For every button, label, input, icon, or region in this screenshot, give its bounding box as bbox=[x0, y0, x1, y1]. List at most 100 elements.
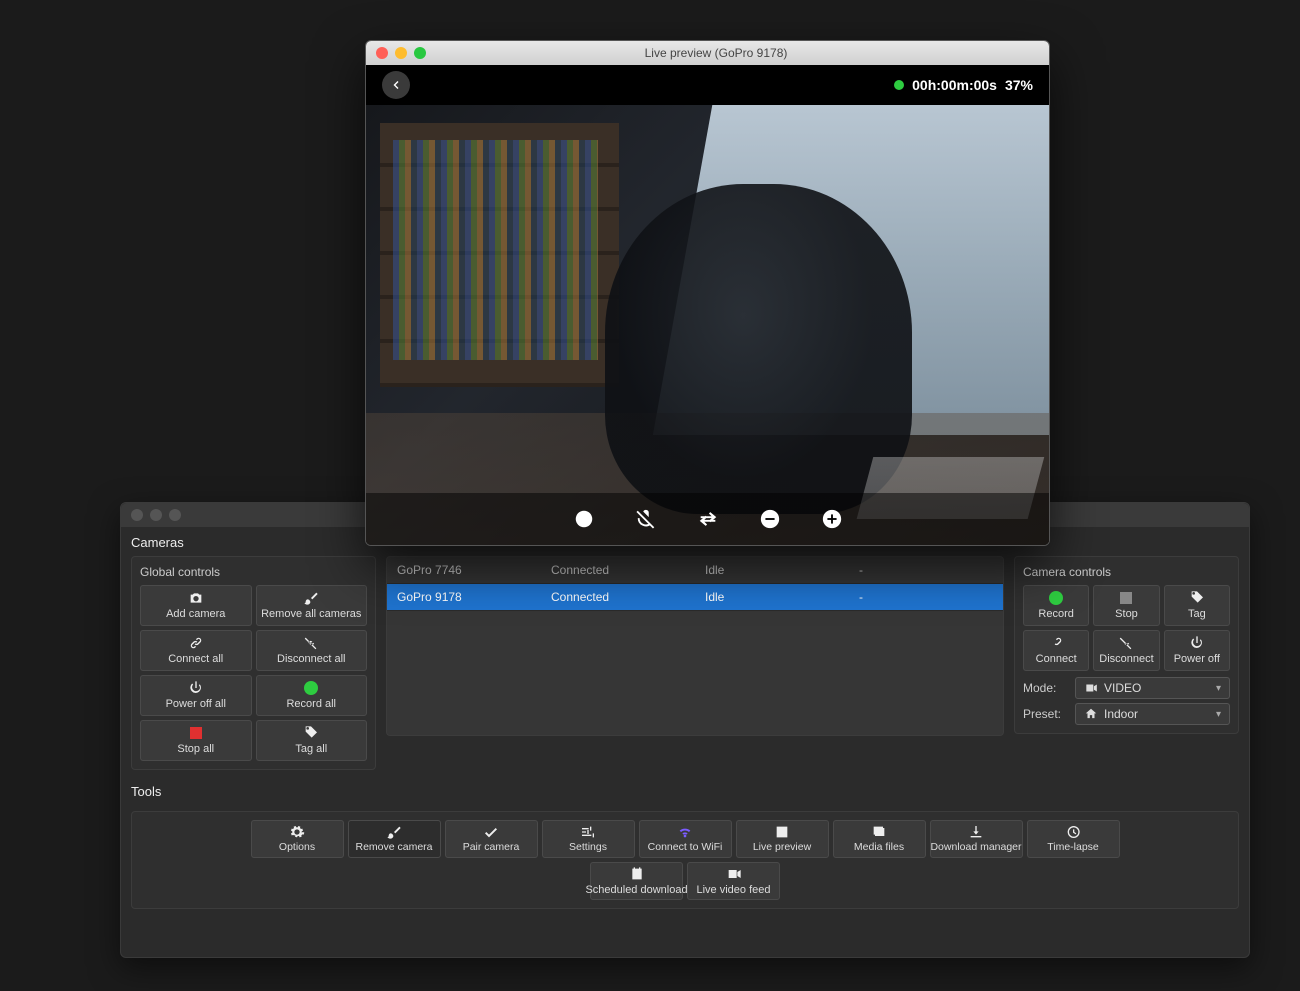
traffic-light-minimize[interactable] bbox=[395, 47, 407, 59]
chevron-left-icon bbox=[390, 79, 402, 91]
connect-button[interactable]: Connect bbox=[1023, 630, 1089, 671]
wifi-icon bbox=[677, 824, 693, 840]
stop-button[interactable]: Stop bbox=[1093, 585, 1159, 626]
preview-controls-bar bbox=[366, 493, 1049, 545]
brush-icon bbox=[303, 590, 319, 606]
live-preview-button[interactable]: Live preview bbox=[736, 820, 829, 858]
zoom-in-button[interactable] bbox=[819, 506, 845, 532]
camera-name: GoPro 7746 bbox=[387, 557, 541, 584]
record-icon bbox=[1049, 590, 1063, 606]
unlink-icon bbox=[1118, 635, 1134, 651]
preview-window-title: Live preview (GoPro 9178) bbox=[433, 46, 999, 60]
preset-select[interactable]: Indoor ▾ bbox=[1075, 703, 1230, 725]
swap-icon bbox=[697, 508, 719, 530]
camera-conn: Connected bbox=[541, 584, 695, 611]
mode-select[interactable]: VIDEO ▾ bbox=[1075, 677, 1230, 699]
traffic-light-zoom[interactable] bbox=[169, 509, 181, 521]
camera-row[interactable]: GoPro 7746ConnectedIdle- bbox=[387, 557, 1003, 584]
link-icon bbox=[188, 635, 204, 651]
camera-state: Idle bbox=[695, 557, 849, 584]
camera-extra: - bbox=[849, 584, 1003, 611]
download-icon bbox=[968, 824, 984, 840]
circle-icon bbox=[573, 508, 595, 530]
history-icon bbox=[1065, 824, 1081, 840]
tag-all-button[interactable]: Tag all bbox=[256, 720, 368, 761]
stop-icon bbox=[1120, 590, 1132, 606]
recording-status-icon bbox=[894, 80, 904, 90]
disconnect-all-button[interactable]: Disconnect all bbox=[256, 630, 368, 671]
traffic-light-close[interactable] bbox=[376, 47, 388, 59]
global-controls-title: Global controls bbox=[140, 565, 367, 579]
options-button[interactable]: Options bbox=[251, 820, 344, 858]
link-icon bbox=[1048, 635, 1064, 651]
tag-icon bbox=[1189, 590, 1205, 606]
preview-topbar: 00h:00m:00s 37% bbox=[366, 65, 1049, 105]
connect-wifi-button[interactable]: Connect to WiFi bbox=[639, 820, 732, 858]
zoom-out-button[interactable] bbox=[757, 506, 783, 532]
minus-circle-icon bbox=[759, 508, 781, 530]
camera-icon bbox=[188, 590, 204, 606]
back-button[interactable] bbox=[382, 71, 410, 99]
traffic-light-close[interactable] bbox=[131, 509, 143, 521]
stop-all-button[interactable]: Stop all bbox=[140, 720, 252, 761]
traffic-light-minimize[interactable] bbox=[150, 509, 162, 521]
home-icon bbox=[1084, 707, 1098, 721]
record-button[interactable]: Record bbox=[1023, 585, 1089, 626]
camera-state: Idle bbox=[695, 584, 849, 611]
tools-panel: Options Remove camera Pair camera Settin… bbox=[131, 811, 1239, 909]
power-off-all-button[interactable]: Power off all bbox=[140, 675, 252, 716]
swap-button[interactable] bbox=[695, 506, 721, 532]
images-icon bbox=[871, 824, 887, 840]
time-lapse-button[interactable]: Time-lapse bbox=[1027, 820, 1120, 858]
mode-label: Mode: bbox=[1023, 681, 1069, 695]
shutter-button[interactable] bbox=[571, 506, 597, 532]
power-icon bbox=[188, 680, 204, 696]
video-icon bbox=[1084, 681, 1098, 695]
add-camera-button[interactable]: Add camera bbox=[140, 585, 252, 626]
sliders-icon bbox=[580, 824, 596, 840]
disconnect-button[interactable]: Disconnect bbox=[1093, 630, 1159, 671]
record-icon bbox=[304, 680, 318, 696]
preset-label: Preset: bbox=[1023, 707, 1069, 721]
camera-row[interactable]: GoPro 9178ConnectedIdle- bbox=[387, 584, 1003, 611]
calendar-icon bbox=[629, 866, 645, 882]
power-icon bbox=[1189, 635, 1205, 651]
chevron-down-icon: ▾ bbox=[1216, 709, 1221, 720]
live-video-feed-button[interactable]: Live video feed bbox=[687, 862, 780, 900]
camera-conn: Connected bbox=[541, 557, 695, 584]
traffic-light-zoom[interactable] bbox=[414, 47, 426, 59]
remove-all-cameras-button[interactable]: Remove all cameras bbox=[256, 585, 368, 626]
camera-extra: - bbox=[849, 557, 1003, 584]
camera-name: GoPro 9178 bbox=[387, 584, 541, 611]
camera-list[interactable]: GoPro 7746ConnectedIdle-GoPro 9178Connec… bbox=[386, 556, 1004, 736]
pair-camera-button[interactable]: Pair camera bbox=[445, 820, 538, 858]
settings-button[interactable]: Settings bbox=[542, 820, 635, 858]
unlink-icon bbox=[303, 635, 319, 651]
tag-icon bbox=[303, 725, 319, 741]
power-off-button[interactable]: Power off bbox=[1164, 630, 1230, 671]
stop-icon bbox=[190, 725, 202, 741]
mic-mute-button[interactable] bbox=[633, 506, 659, 532]
camera-controls-title: Camera controls bbox=[1023, 565, 1230, 579]
scheduled-download-button[interactable]: Scheduled download bbox=[590, 862, 683, 900]
chevron-down-icon: ▾ bbox=[1216, 683, 1221, 694]
battery-level: 37% bbox=[1005, 77, 1033, 93]
global-controls-panel: Global controls Add camera Remove all ca… bbox=[131, 556, 376, 770]
download-manager-button[interactable]: Download manager bbox=[930, 820, 1023, 858]
main-app-window: Cameras Global controls Add camera Remov… bbox=[120, 502, 1250, 958]
timecode: 00h:00m:00s bbox=[912, 77, 997, 93]
gear-icon bbox=[289, 824, 305, 840]
videocam-icon bbox=[726, 866, 742, 882]
brush-icon bbox=[386, 824, 402, 840]
plus-circle-icon bbox=[821, 508, 843, 530]
live-preview-image bbox=[366, 105, 1049, 545]
tag-button[interactable]: Tag bbox=[1164, 585, 1230, 626]
preview-titlebar: Live preview (GoPro 9178) bbox=[366, 41, 1049, 65]
media-files-button[interactable]: Media files bbox=[833, 820, 926, 858]
live-preview-window: Live preview (GoPro 9178) 00h:00m:00s 37… bbox=[365, 40, 1050, 546]
record-all-button[interactable]: Record all bbox=[256, 675, 368, 716]
connect-all-button[interactable]: Connect all bbox=[140, 630, 252, 671]
camera-controls-panel: Camera controls Record Stop Tag bbox=[1014, 556, 1239, 734]
mic-off-icon bbox=[635, 508, 657, 530]
remove-camera-button[interactable]: Remove camera bbox=[348, 820, 441, 858]
